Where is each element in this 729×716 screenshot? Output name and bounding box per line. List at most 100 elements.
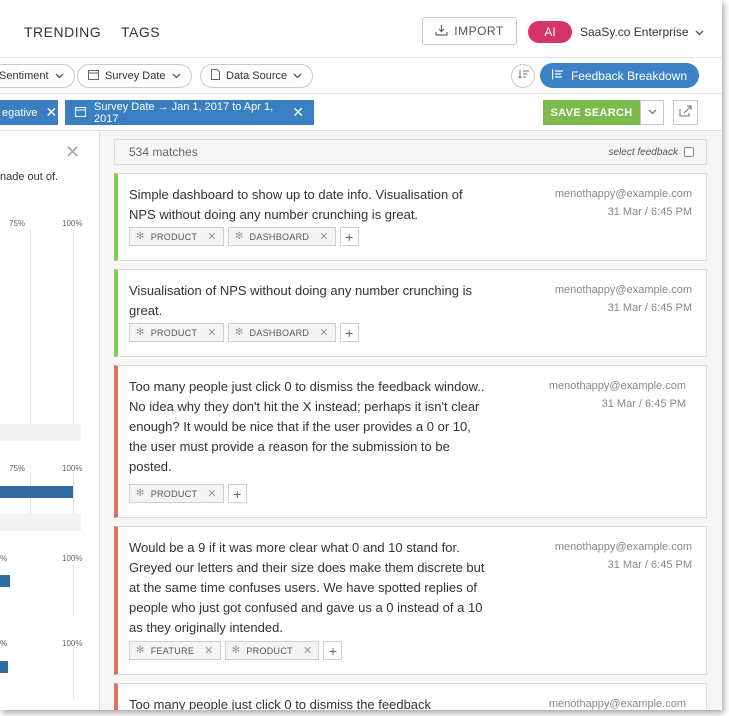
axis-tick: 75% xyxy=(9,464,26,473)
close-icon[interactable]: ✕ xyxy=(207,487,217,500)
tag-label: PRODUCT xyxy=(246,645,293,656)
feedback-text: Would be a 9 if it was more clear what 0… xyxy=(129,540,485,635)
gear-icon: ✻ xyxy=(136,327,145,338)
tag-list: ✻ PRODUCT ✕ + xyxy=(129,484,247,503)
feedback-card[interactable]: Visualisation of NPS without doing any n… xyxy=(114,269,707,357)
close-icon[interactable]: ✕ xyxy=(45,104,57,121)
feedback-text: Visualisation of NPS without doing any n… xyxy=(129,283,473,318)
feedback-meta: menothappy@example.com xyxy=(549,695,686,710)
feedback-meta: menothappy@example.com 31 Mar / 6:45 PM xyxy=(555,185,692,221)
breakdown-bar[interactable] xyxy=(0,661,8,673)
axis-tick: 75% xyxy=(9,219,26,228)
feedback-breakdown-label: Feedback Breakdown xyxy=(570,68,688,83)
feedback-email[interactable]: menothappy@example.com xyxy=(555,281,692,299)
org-switcher[interactable]: SaaSy.co Enterprise xyxy=(580,25,704,39)
feedback-email[interactable]: menothappy@example.com xyxy=(555,185,692,203)
breakdown-bar[interactable] xyxy=(0,486,73,498)
import-icon xyxy=(435,24,448,39)
data-source-filter[interactable]: Data Source xyxy=(200,64,314,88)
survey-date-filter[interactable]: Survey Date xyxy=(77,64,192,88)
add-tag-button[interactable]: + xyxy=(339,323,359,342)
feedback-text: Too many people just click 0 to dismiss … xyxy=(129,379,485,474)
document-icon xyxy=(211,69,220,83)
share-button[interactable] xyxy=(673,100,698,125)
close-icon[interactable]: ✕ xyxy=(65,142,80,163)
add-tag-button[interactable]: + xyxy=(227,484,247,503)
chart-band xyxy=(0,514,81,531)
tag-list: ✻ FEATURE ✕ ✻ PRODUCT ✕ + xyxy=(129,641,343,660)
tag-list: ✻ PRODUCT ✕ ✻ DASHBOARD ✕ + xyxy=(129,227,359,246)
gear-icon: ✻ xyxy=(136,231,145,242)
feedback-email[interactable]: menothappy@example.com xyxy=(549,377,686,395)
save-search-button[interactable]: SAVE SEARCH xyxy=(543,100,640,125)
tag-label: FEATURE xyxy=(150,645,195,656)
org-name: SaaSy.co Enterprise xyxy=(580,25,689,39)
data-source-label: Data Source xyxy=(226,70,288,82)
list-icon xyxy=(551,69,564,83)
feedback-date: 31 Mar / 6:45 PM xyxy=(601,398,686,410)
nav-trending[interactable]: TRENDING xyxy=(24,24,101,40)
chip-negative-label: egative xyxy=(2,106,38,119)
chip-survey-date-label: Survey Date → Jan 1, 2017 to Apr 1, 2017 xyxy=(94,100,274,125)
close-icon[interactable]: ✕ xyxy=(204,644,214,657)
tag-product[interactable]: ✻ PRODUCT ✕ xyxy=(129,227,224,246)
nav-tags[interactable]: TAGS xyxy=(121,24,160,40)
close-icon[interactable]: ✕ xyxy=(319,326,329,339)
feedback-breakdown-button[interactable]: Feedback Breakdown xyxy=(540,63,699,88)
chevron-down-icon xyxy=(648,107,657,118)
import-label: IMPORT xyxy=(454,24,504,38)
feedback-card[interactable]: Too many people just click 0 to dismiss … xyxy=(114,683,707,710)
select-feedback-toggle[interactable]: select feedback xyxy=(608,146,694,158)
close-icon[interactable]: ✕ xyxy=(207,230,217,243)
chip-negative[interactable]: egative ✕ xyxy=(0,100,58,125)
app-window: TRENDING TAGS IMPORT AI SaaSy.co Enterpr… xyxy=(0,0,722,710)
plus-icon: + xyxy=(328,642,338,659)
sort-icon xyxy=(517,70,529,82)
feedback-card[interactable]: Too many people just click 0 to dismiss … xyxy=(114,365,707,518)
feedback-card[interactable]: Would be a 9 if it was more clear what 0… xyxy=(114,526,707,675)
tag-label: DASHBOARD xyxy=(249,327,310,338)
chart-band xyxy=(0,424,81,441)
tag-product[interactable]: ✻ PRODUCT ✕ xyxy=(129,484,224,503)
breakdown-bar[interactable] xyxy=(0,575,10,587)
sentiment-filter[interactable]: Sentiment xyxy=(0,64,75,88)
axis-tick: 100% xyxy=(62,639,83,648)
tag-product[interactable]: ✻ PRODUCT ✕ xyxy=(129,323,224,342)
ai-badge[interactable]: AI xyxy=(528,21,572,43)
filter-bar: Sentiment Survey Date Data Source Feedba… xyxy=(0,58,722,94)
axis-tick: 100% xyxy=(62,464,83,473)
save-search-dropdown[interactable] xyxy=(640,100,664,125)
close-icon[interactable]: ✕ xyxy=(319,230,329,243)
matches-bar: 534 matches select feedback xyxy=(114,139,707,165)
breakdown-panel: ✕ nade out of. 75% 100% 75% 100% % 100% … xyxy=(0,132,100,710)
chevron-down-icon xyxy=(695,25,704,39)
close-icon[interactable]: ✕ xyxy=(207,326,217,339)
tag-feature[interactable]: ✻ FEATURE ✕ xyxy=(129,641,221,660)
select-feedback-label: select feedback xyxy=(608,146,679,158)
chip-survey-date[interactable]: Survey Date → Jan 1, 2017 to Apr 1, 2017… xyxy=(65,100,314,125)
feedback-email[interactable]: menothappy@example.com xyxy=(549,695,686,710)
feedback-email[interactable]: menothappy@example.com xyxy=(555,538,692,556)
tag-label: DASHBOARD xyxy=(249,231,310,242)
feedback-meta: menothappy@example.com 31 Mar / 6:45 PM xyxy=(549,377,686,413)
calendar-icon xyxy=(75,106,86,120)
add-tag-button[interactable]: + xyxy=(339,227,359,246)
select-feedback-checkbox[interactable] xyxy=(684,147,694,157)
tag-label: PRODUCT xyxy=(150,231,198,242)
top-nav: TRENDING TAGS IMPORT AI SaaSy.co Enterpr… xyxy=(0,0,722,58)
add-tag-button[interactable]: + xyxy=(323,641,343,660)
axis-tick: 100% xyxy=(62,554,83,563)
tag-product[interactable]: ✻ PRODUCT ✕ xyxy=(224,641,320,660)
import-button[interactable]: IMPORT xyxy=(422,17,517,45)
feedback-date: 31 Mar / 6:45 PM xyxy=(607,206,692,218)
tag-dashboard[interactable]: ✻ DASHBOARD ✕ xyxy=(227,227,336,246)
tag-dashboard[interactable]: ✻ DASHBOARD ✕ xyxy=(227,323,336,342)
gear-icon: ✻ xyxy=(234,231,244,242)
close-icon[interactable]: ✕ xyxy=(303,644,313,657)
chevron-down-icon xyxy=(293,70,302,82)
feedback-card[interactable]: Simple dashboard to show up to date info… xyxy=(114,173,707,261)
breakdown-description: nade out of. xyxy=(0,171,59,183)
close-icon[interactable]: ✕ xyxy=(292,104,304,121)
feedback-text: Too many people just click 0 to dismiss … xyxy=(129,697,432,710)
sort-button[interactable] xyxy=(511,64,535,88)
